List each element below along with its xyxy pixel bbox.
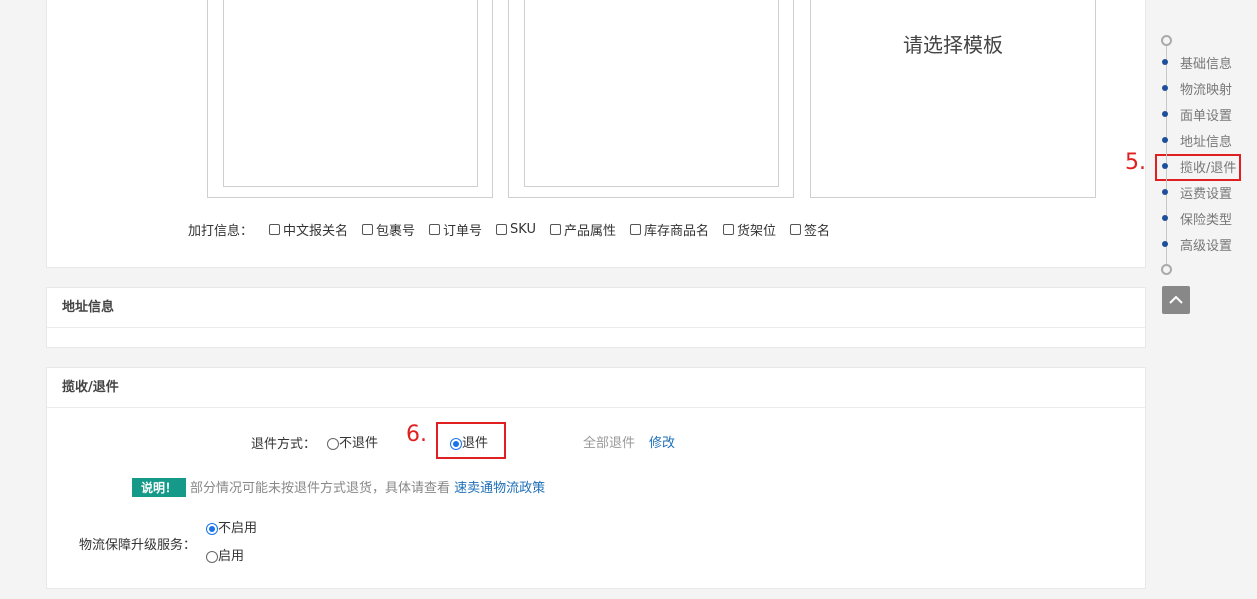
return-current-value: 全部退件 (583, 436, 636, 451)
radio-selected-icon[interactable] (206, 522, 218, 535)
checkbox-sku[interactable]: SKU (496, 222, 536, 237)
checkbox-stock-product-name[interactable]: 库存商品名 (630, 220, 709, 239)
nav-dot-icon (1162, 59, 1168, 65)
note-tag: 说明！ (132, 478, 187, 497)
nav-start-ring-icon (1161, 35, 1172, 46)
section-title-return: 揽收/退件 (47, 368, 1145, 408)
radio-icon[interactable] (327, 437, 339, 450)
annotation-box-return-option (436, 422, 506, 459)
radio-upgrade-disable[interactable]: 不启用 (206, 517, 257, 536)
annotation-step-6: 6. (406, 422, 427, 447)
nav-dot-icon (1162, 163, 1168, 169)
checkbox-icon[interactable] (790, 224, 802, 235)
nav-item-freight-settings[interactable]: 运费设置 (1162, 182, 1232, 202)
checkbox-icon[interactable] (429, 224, 441, 235)
radio-no-return[interactable]: 不退件 (327, 432, 378, 451)
address-info-panel: 地址信息 (46, 287, 1146, 348)
return-method-label: 退件方式： (251, 437, 317, 452)
checkbox-order-no[interactable]: 订单号 (429, 220, 482, 239)
aliexpress-logistics-policy-link[interactable]: 速卖通物流政策 (454, 481, 545, 496)
checkbox-shelf-location[interactable]: 货架位 (723, 220, 776, 239)
template-card-2[interactable] (508, 0, 794, 198)
nav-item-pickup-return[interactable]: 揽收/退件 (1162, 156, 1236, 176)
radio-upgrade-enable[interactable]: 启用 (206, 545, 244, 564)
template-preview (524, 0, 779, 187)
chevron-up-icon (1169, 295, 1183, 304)
checkbox-icon[interactable] (630, 224, 642, 235)
checkbox-product-attr[interactable]: 产品属性 (550, 220, 616, 239)
nav-dot-icon (1162, 241, 1168, 247)
extra-print-label: 加打信息： (187, 224, 253, 239)
template-card-select[interactable]: 请选择模板 (810, 0, 1096, 198)
nav-dot-icon (1162, 111, 1168, 117)
nav-end-ring-icon (1161, 264, 1172, 275)
annotation-step-5: 5. (1125, 150, 1146, 175)
nav-item-logistics-mapping[interactable]: 物流映射 (1162, 78, 1232, 98)
nav-item-basic-info[interactable]: 基础信息 (1162, 52, 1232, 72)
checkbox-package-no[interactable]: 包裹号 (362, 220, 415, 239)
checkbox-icon[interactable] (550, 224, 561, 235)
upgrade-service-label: 物流保障升级服务： (79, 538, 197, 553)
checkbox-icon[interactable] (269, 224, 280, 235)
checkbox-icon[interactable] (496, 224, 508, 235)
nav-dot-icon (1162, 189, 1168, 195)
checkbox-chinese-customs-name[interactable]: 中文报关名 (269, 220, 348, 239)
nav-dot-icon (1162, 85, 1168, 91)
template-placeholder: 请选择模板 (903, 33, 1003, 57)
nav-dot-icon (1162, 215, 1168, 221)
modify-link[interactable]: 修改 (649, 432, 675, 451)
nav-item-insurance-type[interactable]: 保险类型 (1162, 208, 1232, 228)
template-preview (223, 0, 478, 187)
checkbox-icon[interactable] (362, 224, 374, 235)
checkbox-signature[interactable]: 签名 (790, 220, 830, 239)
extra-print-info-row: 加打信息： 中文报关名 包裹号 订单号 SKU 产品属性 库存商品名 货架位 签… (131, 220, 844, 239)
nav-dot-icon (1162, 137, 1168, 143)
nav-item-address-info[interactable]: 地址信息 (1162, 130, 1232, 150)
radio-icon[interactable] (206, 550, 218, 563)
print-settings-panel: 请选择模板 加打信息： 中文报关名 包裹号 订单号 SKU 产品属性 库存商品名… (46, 0, 1146, 268)
nav-item-label-settings[interactable]: 面单设置 (1162, 104, 1232, 124)
note-text: 部分情况可能未按退件方式退货，具体请查看 (190, 481, 451, 496)
nav-item-advanced-settings[interactable]: 高级设置 (1162, 234, 1232, 254)
template-card-1[interactable] (207, 0, 493, 198)
pickup-return-panel: 揽收/退件 退件方式： 不退件 退件 全部退件 修改 说明！ 部分情况可能未按退件… (46, 367, 1146, 589)
checkbox-icon[interactable] (723, 224, 735, 235)
section-title-address: 地址信息 (47, 288, 1145, 328)
note-row: 说明！ 部分情况可能未按退件方式退货，具体请查看 速卖通物流政策 (132, 477, 545, 497)
back-to-top-button[interactable] (1162, 286, 1190, 314)
